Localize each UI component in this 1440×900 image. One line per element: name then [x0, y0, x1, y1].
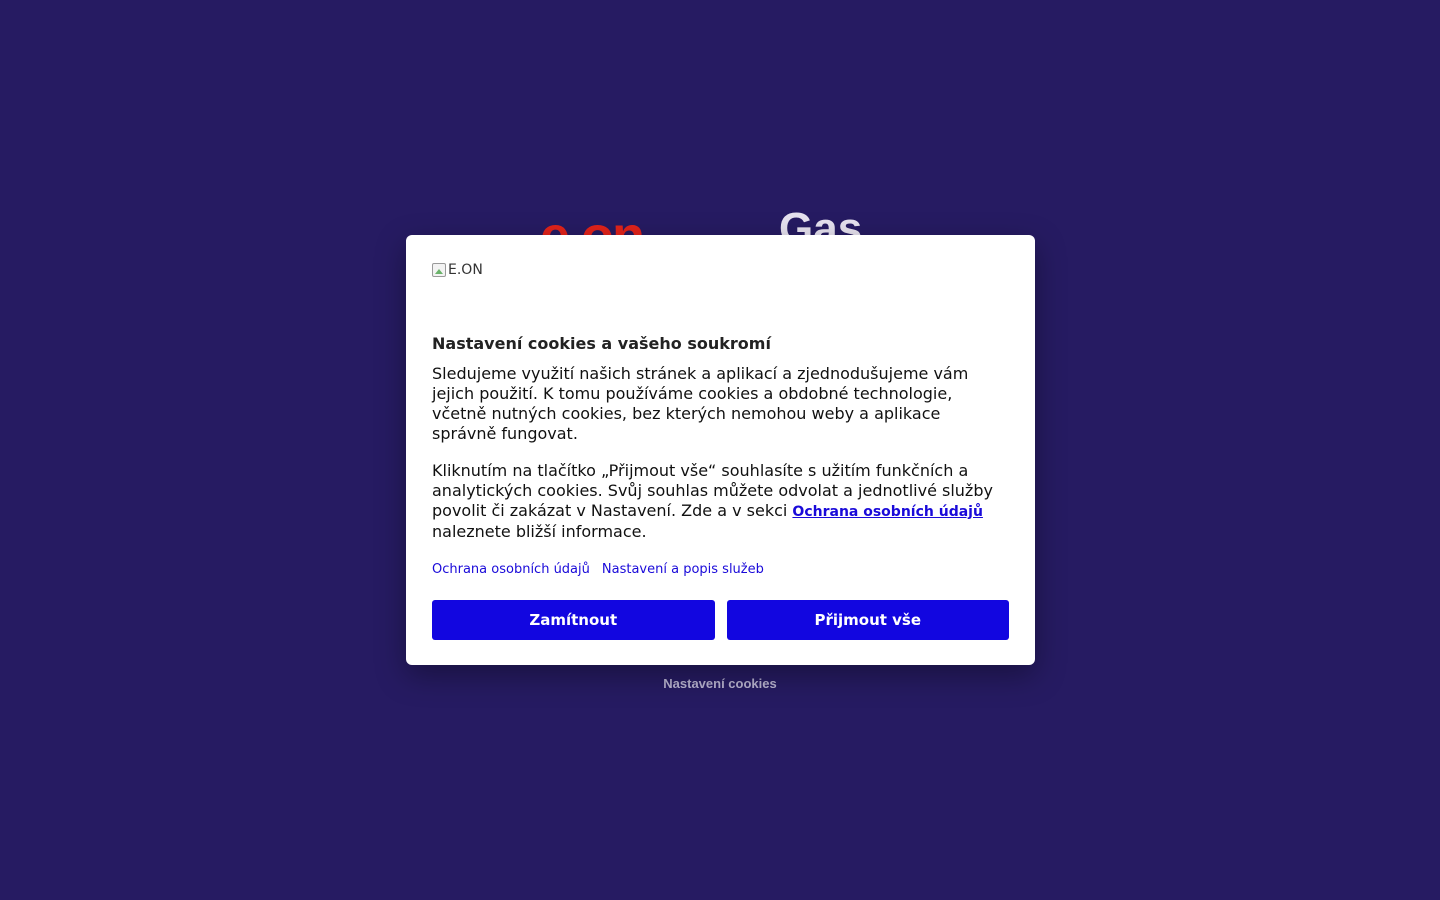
settings-link[interactable]: Nastavení a popis služeb	[602, 562, 764, 577]
dialog-paragraph-1: Sledujeme využití našich stránek a aplik…	[432, 364, 969, 443]
dialog-title: Nastavení cookies a vašeho soukromí	[432, 334, 771, 353]
logo-alt-text: E.ON	[448, 262, 483, 278]
reject-button[interactable]: Zamítnout	[432, 600, 715, 640]
eon-logo-image: E.ON	[432, 261, 1009, 279]
cookie-consent-dialog: E.ON Nastavení cookies a vašeho soukromí…	[406, 235, 1035, 665]
accept-all-button[interactable]: Přijmout vše	[726, 600, 1009, 640]
privacy-inline-link[interactable]: Ochrana osobních údajů	[792, 504, 983, 520]
paragraph-2-text-after: naleznete bližší informace.	[432, 522, 647, 541]
cookie-settings-footer-link[interactable]: Nastavení cookies	[0, 676, 1440, 691]
privacy-link[interactable]: Ochrana osobních údajů	[432, 562, 590, 577]
broken-image-icon	[432, 263, 446, 277]
dialog-buttons: Zamítnout Přijmout vše	[432, 600, 1009, 640]
dialog-paragraph-2: Kliknutím na tlačítko „Přijmout vše“ sou…	[432, 461, 1009, 542]
dialog-links: Ochrana osobních údajů Nastavení a popis…	[432, 562, 1009, 577]
